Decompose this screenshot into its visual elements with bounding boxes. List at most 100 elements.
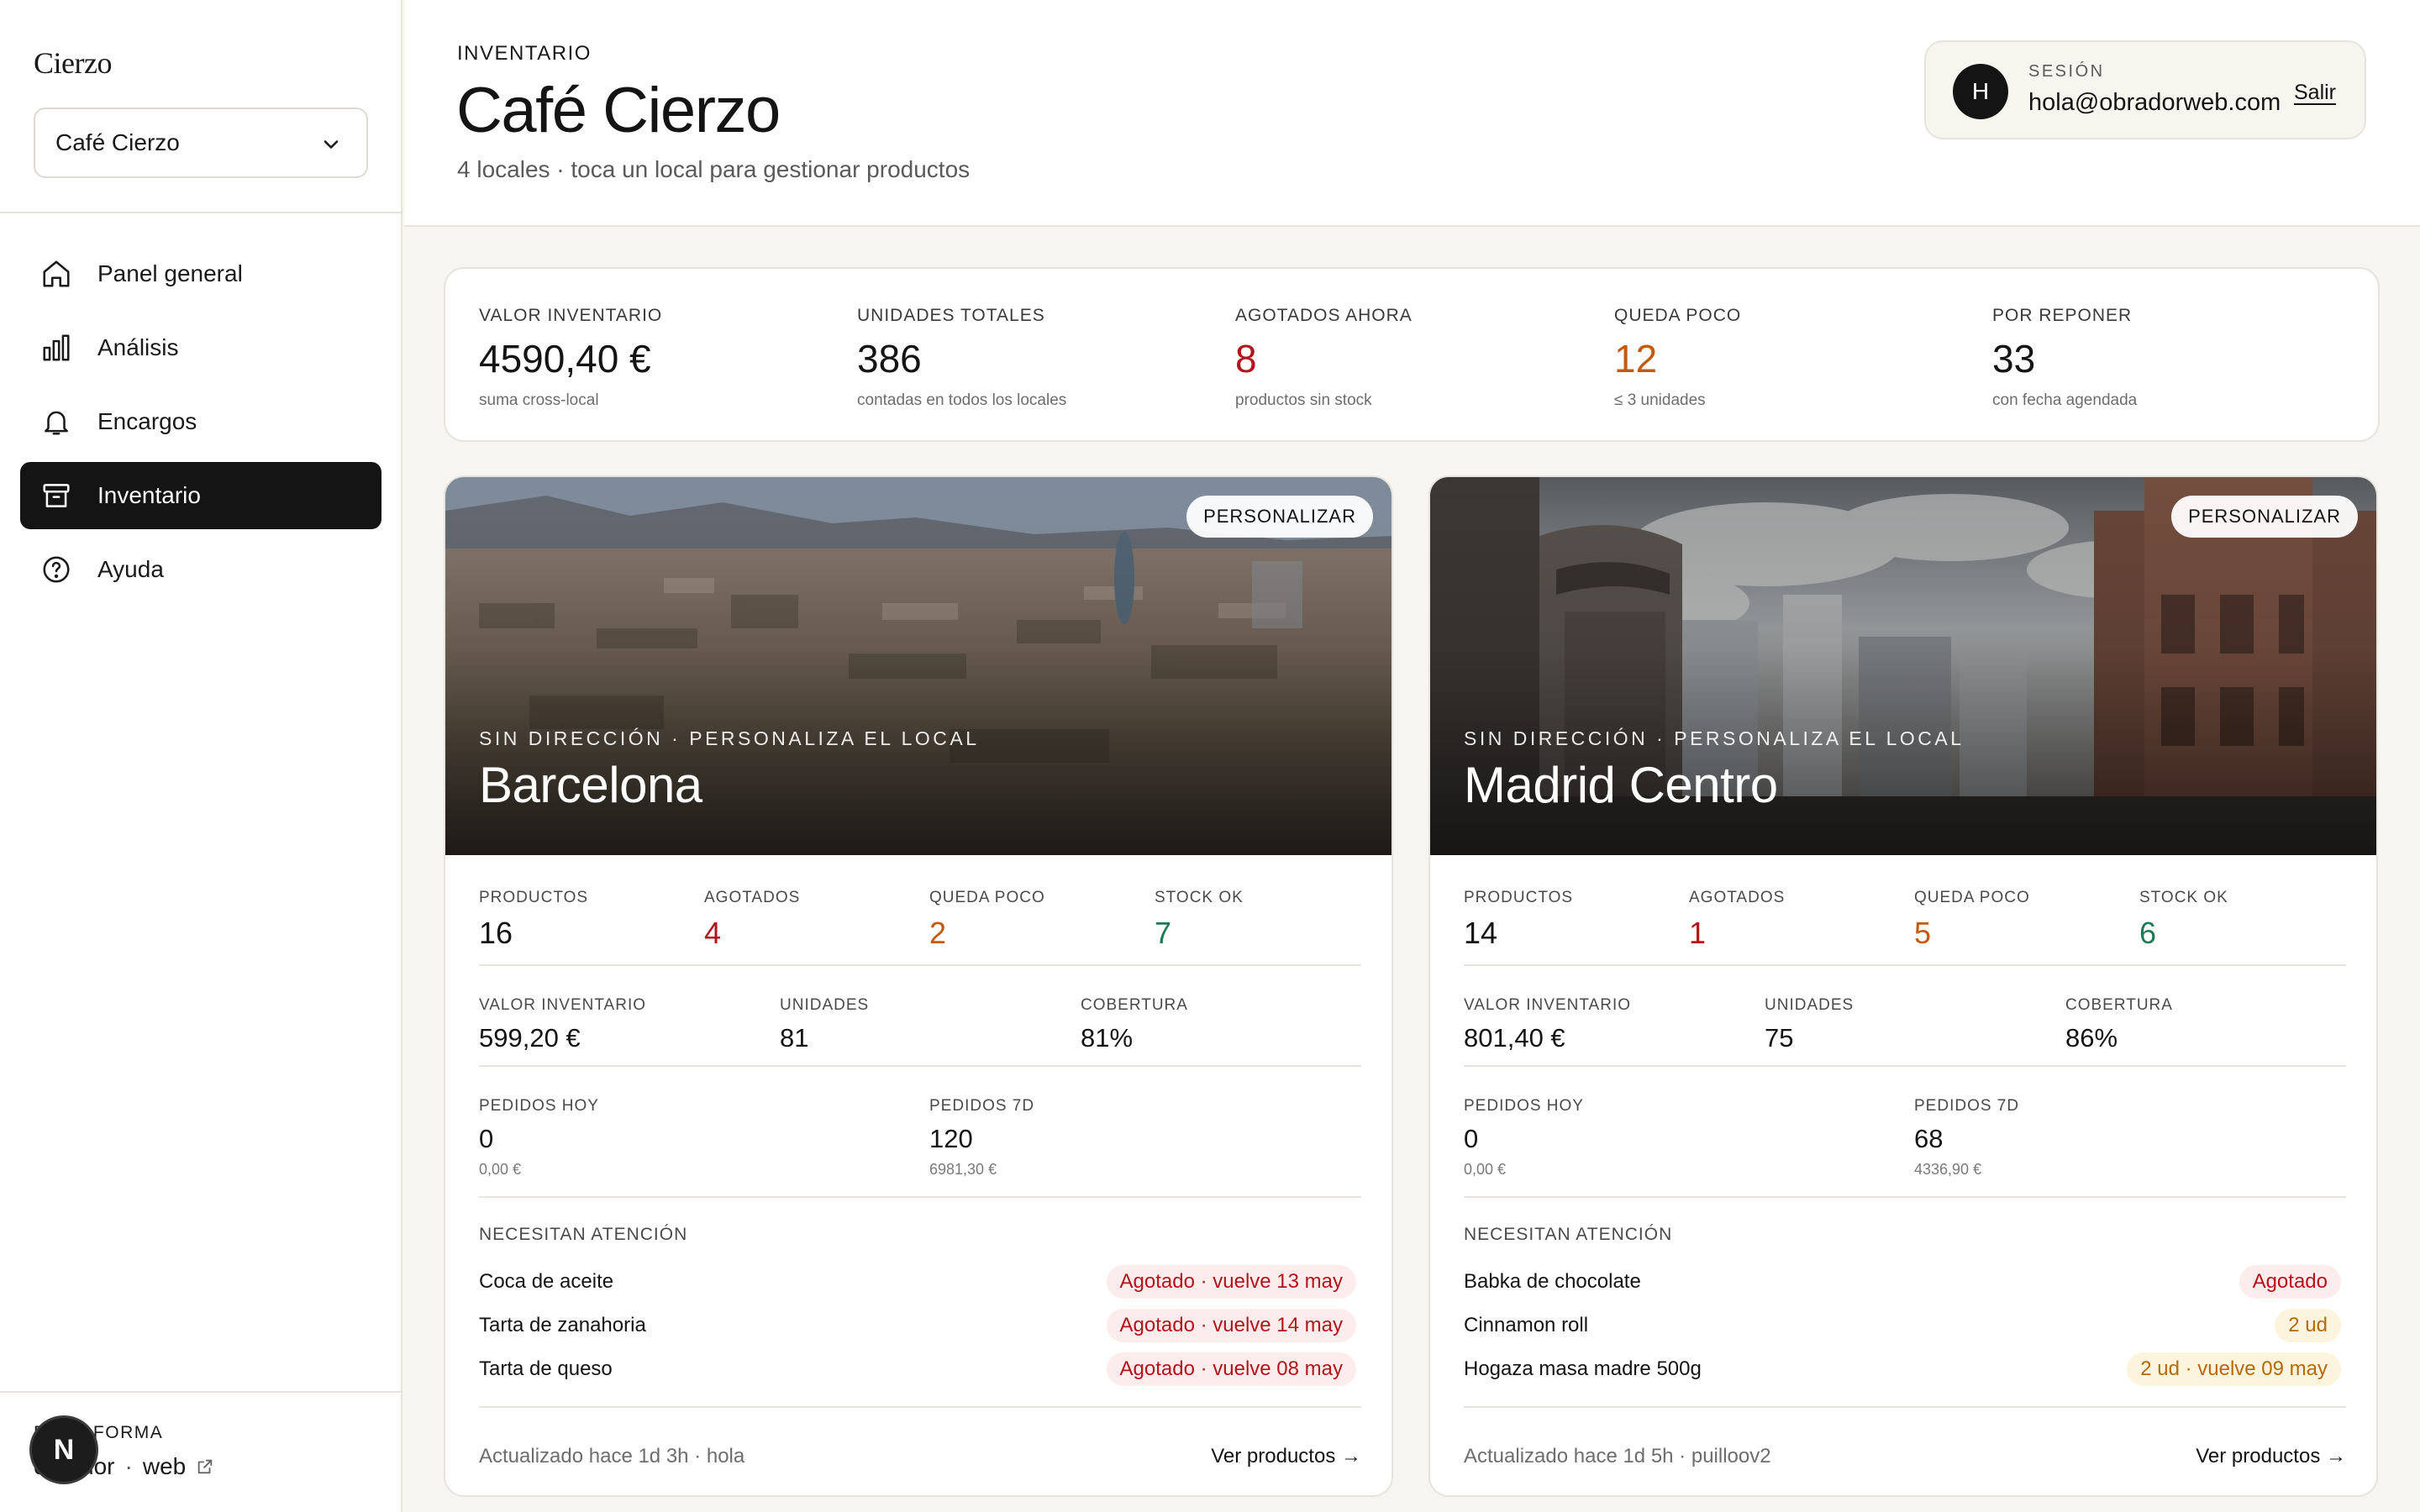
sidebar-item-encargos[interactable]: Encargos [20,388,381,455]
inventory-summary: VALOR INVENTARIO 4590,40 € suma cross-lo… [444,267,2380,442]
product-name: Coca de aceite [479,1270,614,1293]
status-badge: Agotado · vuelve 14 may [1106,1309,1356,1342]
status-badge: 2 ud · vuelve 09 may [2127,1352,2341,1386]
attention-item[interactable]: Hogaza masa madre 500g 2 ud · vuelve 09 … [1464,1352,2346,1386]
stat-label: QUEDA POCO [1914,889,2030,906]
location-stats: PRODUCTOS 16 AGOTADOS 4 QUEDA POCO 2 STO… [479,855,1361,1408]
attention-item[interactable]: Babka de chocolate Agotado [1464,1265,2346,1299]
stat-label: QUEDA POCO [1614,306,1742,325]
attention-title: NECESITAN ATENCIÓN [479,1225,688,1244]
stock-stats-row: PRODUCTOS 16 AGOTADOS 4 QUEDA POCO 2 STO… [479,855,1361,966]
sidebar-footer-divider [0,1391,402,1393]
page-subtitle: 4 locales · toca un local para gestionar… [457,156,971,182]
stat-productos: PRODUCTOS 14 [1464,889,1573,951]
external-link-icon [197,1459,213,1474]
stat-value: 81 [780,1023,809,1053]
attention-list: NECESITAN ATENCIÓN Coca de aceite Agotad… [479,1198,1361,1408]
stat-cobertura: COBERTURA 81% [1081,996,1188,1053]
bar-chart-icon [43,334,70,361]
attention-title: NECESITAN ATENCIÓN [1464,1225,1673,1244]
summary-stat-queda-poco: QUEDA POCO 12 ≤ 3 unidades [1614,306,1967,410]
status-badge: Agotado · vuelve 08 may [1106,1352,1356,1386]
summary-stat-unidades: UNIDADES TOTALES 386 contadas en todos l… [857,306,1210,410]
stat-pedidos-7d: PEDIDOS 7D 120 6981,30 € [929,1097,1034,1179]
stat-value: 81% [1081,1023,1134,1053]
location-card-barcelona[interactable]: PERSONALIZAR SIN DIRECCIÓN · PERSONALIZA… [444,475,1393,1497]
stat-amount: 4336,90 € [1914,1161,1982,1178]
sidebar-item-inventario[interactable]: Inventario [20,462,381,529]
stat-label: VALOR INVENTARIO [1464,996,1631,1014]
product-name: Babka de chocolate [1464,1270,1641,1293]
product-name: Tarta de zanahoria [479,1314,646,1336]
sidebar: Cierzo Café Cierzo Panel general Análisi… [0,0,402,1512]
platform-link-part2: web [142,1453,187,1479]
stock-stats-row: PRODUCTOS 14 AGOTADOS 1 QUEDA POCO 5 STO… [1464,855,2346,966]
page-title: Café Cierzo [456,75,781,146]
sidebar-item-label: Encargos [97,408,197,434]
stat-value: 801,40 € [1464,1023,1565,1053]
view-products-link[interactable]: Ver productos → [1211,1445,1361,1468]
location-card-footer: Actualizado hace 1d 3h · hola Ver produc… [479,1441,1361,1475]
stat-value: 7 [1155,916,1172,950]
stat-value: 4 [704,916,722,950]
stat-label: PEDIDOS HOY [1464,1097,1584,1115]
customize-button[interactable]: PERSONALIZAR [2171,496,2358,538]
logout-link[interactable]: Salir [2294,81,2336,105]
stat-value: 1 [1689,916,1707,950]
brand-logo[interactable]: Cierzo [34,45,112,81]
dev-tools-badge[interactable]: N [32,1418,96,1482]
location-name: Barcelona [479,757,702,813]
stat-pedidos-7d: PEDIDOS 7D 68 4336,90 € [1914,1097,2019,1179]
stat-label: COBERTURA [2065,996,2173,1014]
orders-stats-row: PEDIDOS HOY 0 0,00 € PEDIDOS 7D 68 4336,… [1464,1067,2346,1198]
stat-value: 86% [2065,1023,2118,1053]
sidebar-item-panel-general[interactable]: Panel general [20,240,381,307]
location-card-footer: Actualizado hace 1d 5h · puilloov2 Ver p… [1464,1441,2346,1475]
stat-value: 599,20 € [479,1023,581,1053]
stat-label: STOCK OK [1155,889,1244,906]
session-card: H SESIÓN hola@obradorweb.com Salir [1924,40,2366,139]
stat-value: 2 [929,916,947,950]
stat-label: VALOR INVENTARIO [479,996,646,1014]
stat-label: AGOTADOS [704,889,801,906]
product-name: Hogaza masa madre 500g [1464,1357,1702,1380]
home-icon [43,260,70,287]
attention-list: NECESITAN ATENCIÓN Babka de chocolate Ag… [1464,1198,2346,1408]
customize-button[interactable]: PERSONALIZAR [1186,496,1373,538]
store-select[interactable]: Café Cierzo [34,108,368,178]
stat-label: PEDIDOS 7D [1914,1097,2020,1115]
attention-item[interactable]: Tarta de zanahoria Agotado · vuelve 14 m… [479,1309,1361,1342]
stat-value: 8 [1235,337,1257,381]
bell-icon [45,411,68,435]
product-name: Cinnamon roll [1464,1314,1589,1336]
stat-value: 12 [1614,337,1658,381]
store-select-value: Café Cierzo [55,129,180,155]
status-badge: 2 ud [2275,1309,2341,1342]
inventory-stats-row: VALOR INVENTARIO 801,40 € UNIDADES 75 CO… [1464,966,2346,1067]
stat-note: con fecha agendada [1992,391,2138,409]
stat-value: 33 [1992,337,2036,381]
attention-item[interactable]: Tarta de queso Agotado · vuelve 08 may [479,1352,1361,1386]
stat-label: PRODUCTOS [479,889,589,906]
platform-link-separator: · [124,1453,133,1479]
attention-item[interactable]: Coca de aceite Agotado · vuelve 13 may [479,1265,1361,1299]
stat-stock-ok: STOCK OK 7 [1155,889,1244,951]
stat-productos: PRODUCTOS 16 [479,889,588,951]
sidebar-item-analisis[interactable]: Análisis [20,314,381,381]
stat-note: contadas en todos los locales [857,391,1067,409]
stat-cobertura: COBERTURA 86% [2065,996,2173,1053]
attention-item[interactable]: Cinnamon roll 2 ud [1464,1309,2346,1342]
stat-label: QUEDA POCO [929,889,1045,906]
stat-value: 6 [2139,916,2157,950]
page-eyebrow: INVENTARIO [457,42,592,65]
sidebar-item-label: Inventario [97,482,201,508]
stat-agotados: AGOTADOS 4 [704,889,800,951]
chevron-down-icon [324,140,339,149]
location-stats: PRODUCTOS 14 AGOTADOS 1 QUEDA POCO 5 STO… [1464,855,2346,1408]
stat-value: 0 [479,1124,494,1153]
stat-unidades: UNIDADES 81 [780,996,869,1053]
view-products-link[interactable]: Ver productos → [2196,1445,2346,1468]
sidebar-item-ayuda[interactable]: Ayuda [20,536,381,603]
location-card-madrid-centro[interactable]: PERSONALIZAR SIN DIRECCIÓN · PERSONALIZA… [1428,475,2378,1497]
stat-queda-poco: QUEDA POCO 2 [929,889,1045,951]
